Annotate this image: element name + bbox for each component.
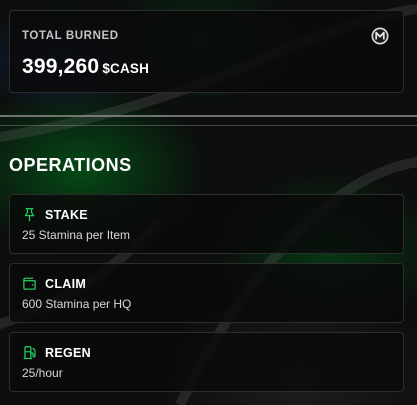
total-burned-label: TOTAL BURNED <box>22 30 119 42</box>
operation-description: 600 Stamina per HQ <box>22 297 132 311</box>
operation-card-claim: CLAIM 600 Stamina per HQ <box>9 263 404 323</box>
operation-title: STAKE <box>45 208 88 222</box>
operation-card-stake: STAKE 25 Stamina per Item <box>9 194 404 254</box>
m-coin-icon <box>371 27 389 45</box>
total-burned-unit: $CASH <box>102 61 150 76</box>
total-burned-value: 399,260 $CASH <box>22 55 149 79</box>
total-burned-amount: 399,260 <box>22 55 100 78</box>
operation-title: CLAIM <box>45 277 87 291</box>
section-divider-thin <box>0 125 417 126</box>
operation-title: REGEN <box>45 346 91 360</box>
total-burned-card: TOTAL BURNED 399,260 $CASH <box>9 10 404 93</box>
fuel-icon <box>23 346 36 360</box>
operations-heading: OPERATIONS <box>9 155 132 175</box>
operation-description: 25/hour <box>22 366 63 380</box>
operation-description: 25 Stamina per Item <box>22 228 131 242</box>
operation-card-regen: REGEN 25/hour <box>9 332 404 392</box>
wallet-icon <box>23 277 36 290</box>
pin-icon <box>24 208 35 222</box>
section-divider <box>0 115 417 117</box>
